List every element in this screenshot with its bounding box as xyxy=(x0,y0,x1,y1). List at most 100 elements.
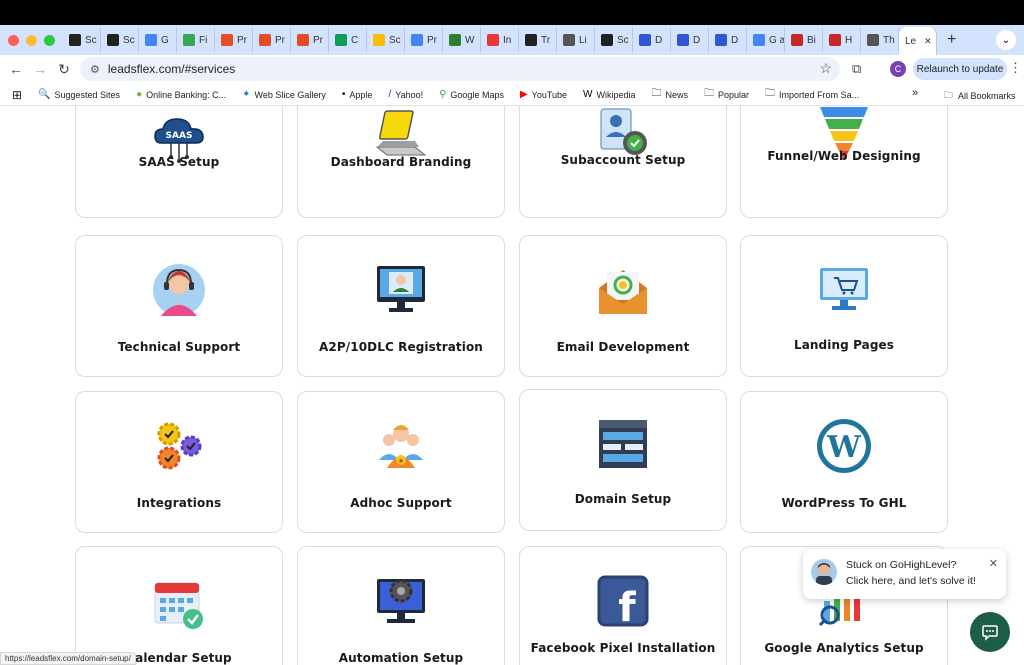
tab-0[interactable]: Sc xyxy=(63,28,101,52)
tab-11[interactable]: In xyxy=(481,28,519,52)
tab-8[interactable]: Sc xyxy=(367,28,405,52)
chat-popup[interactable]: Stuck on GoHighLevel? Click here, and le… xyxy=(803,549,1006,599)
all-bookmarks-label: All Bookmarks xyxy=(958,91,1016,101)
agent-avatar xyxy=(811,559,837,585)
tab-4[interactable]: Pr xyxy=(215,28,253,52)
new-tab-button[interactable]: + xyxy=(947,31,956,49)
tab-18[interactable]: G ar xyxy=(747,28,785,52)
back-arrow-icon[interactable]: ← xyxy=(4,61,28,77)
service-card[interactable]: Email Development xyxy=(519,235,727,377)
tab-10[interactable]: W xyxy=(443,28,481,52)
relaunch-button[interactable]: Relaunch to update xyxy=(913,58,1007,80)
tab-14[interactable]: Sc xyxy=(595,28,633,52)
service-card[interactable]: Automation Setup xyxy=(297,546,505,665)
service-card[interactable]: Integrations xyxy=(75,391,283,533)
bookmark-item[interactable]: ✦ Web Slice Gallery xyxy=(234,86,334,103)
wordpress-icon: W xyxy=(814,416,874,476)
forward-arrow-icon[interactable]: → xyxy=(28,61,52,77)
tab-favicon-icon xyxy=(601,34,613,46)
chat-close-icon[interactable]: ✕ xyxy=(989,557,998,570)
apps-grid-icon[interactable]: ⊞ xyxy=(0,88,30,102)
url-field[interactable]: ⚙ leadsflex.com/#services ☆ xyxy=(80,57,840,81)
all-bookmarks-button[interactable]: 🗀 All Bookmarks xyxy=(944,88,1016,104)
bookmark-item[interactable]: / Yahoo! xyxy=(380,86,431,103)
bookmark-item[interactable]: 🔍 Suggested Sites xyxy=(30,86,128,103)
bookmark-item[interactable]: ▶ YouTube xyxy=(512,86,575,103)
search-icon: 🔍 xyxy=(38,89,51,100)
service-card[interactable]: A2P/10DLC Registration xyxy=(297,235,505,377)
menu-kebab-icon[interactable]: ⋮ xyxy=(1009,60,1022,76)
service-card[interactable]: Subaccount Setup xyxy=(519,106,727,218)
bookmark-list: 🔍 Suggested Sites ● Online Banking: C... ✦ We… xyxy=(30,86,867,103)
bookmark-label: Yahoo! xyxy=(395,89,424,100)
tab-21[interactable]: Th xyxy=(861,28,899,52)
profile-avatar[interactable]: C xyxy=(890,61,906,77)
tab-favicon-icon xyxy=(525,34,537,46)
tab-16[interactable]: D xyxy=(671,28,709,52)
service-card-label: WordPress To GHL xyxy=(781,496,907,510)
close-window-button[interactable] xyxy=(8,34,19,46)
tab-label: D xyxy=(655,34,663,46)
tab-12[interactable]: Tr xyxy=(519,28,557,52)
bookmark-item[interactable]: ⚲ Google Maps xyxy=(431,86,512,103)
chat-launcher-button[interactable] xyxy=(970,612,1010,652)
team-icon: ★ xyxy=(371,416,431,476)
maximize-window-button[interactable] xyxy=(44,34,55,46)
bookmark-item[interactable]: ● Online Banking: C... xyxy=(128,86,234,103)
tab-3[interactable]: Fi xyxy=(177,28,215,52)
address-bar: ← → ↻ ⚙ leadsflex.com/#services ☆ ⧉ C Re… xyxy=(0,55,1024,83)
tab-6[interactable]: Pr xyxy=(291,28,329,52)
tab-label: Li xyxy=(579,34,587,46)
map-pin-icon: ⚲ xyxy=(439,89,447,100)
tab-close-icon[interactable]: ✕ xyxy=(924,36,932,47)
minimize-window-button[interactable] xyxy=(26,34,37,46)
service-card[interactable]: Dashboard Branding xyxy=(297,106,505,218)
service-card[interactable]: Technical Support xyxy=(75,235,283,377)
site-info-icon[interactable]: ⚙ xyxy=(90,63,100,76)
bookmark-item[interactable]: W Wikipedia xyxy=(575,86,643,103)
tab-active-label: Le xyxy=(905,35,917,47)
bookmarks-overflow-button[interactable]: » xyxy=(912,87,918,99)
tab-7[interactable]: C xyxy=(329,28,367,52)
tab-favicon-icon xyxy=(639,34,651,46)
tab-2[interactable]: G xyxy=(139,28,177,52)
bookmark-item[interactable]: 🗀 News xyxy=(644,86,697,103)
tab-favicon-icon xyxy=(373,34,385,46)
youtube-icon: ▶ xyxy=(519,89,528,100)
tab-favicon-icon xyxy=(145,34,157,46)
tab-label: Pr xyxy=(237,34,247,46)
tab-20[interactable]: H xyxy=(823,28,861,52)
tab-17[interactable]: D xyxy=(709,28,747,52)
service-card[interactable]: Landing Pages xyxy=(740,235,948,377)
service-card[interactable]: W WordPress To GHL xyxy=(740,391,948,533)
service-card[interactable]: Domain Setup xyxy=(519,389,727,531)
svg-text:★: ★ xyxy=(398,457,404,465)
service-card[interactable]: SAAS SAAS Setup xyxy=(75,106,283,218)
tab-5[interactable]: Pr xyxy=(253,28,291,52)
tab-active[interactable]: Le ✕ xyxy=(899,27,937,55)
tab-15[interactable]: D xyxy=(633,28,671,52)
extensions-puzzle-icon[interactable]: ⧉ xyxy=(852,61,861,77)
tab-label: D xyxy=(731,34,739,46)
chat-bubble-icon xyxy=(982,625,998,641)
bookmark-item[interactable]: 🗀 Popular xyxy=(696,86,757,103)
tab-favicon-icon xyxy=(69,34,81,46)
bookmark-label: Apple xyxy=(349,89,373,100)
reload-icon[interactable]: ↻ xyxy=(52,61,76,78)
tab-9[interactable]: Pr xyxy=(405,28,443,52)
service-card-label: SAAS Setup xyxy=(138,155,220,169)
tab-favicon-icon xyxy=(677,34,689,46)
tab-19[interactable]: Bi xyxy=(785,28,823,52)
service-card[interactable]: Calendar Setup xyxy=(75,546,283,665)
tab-search-chevron-icon[interactable]: ⌄ xyxy=(996,30,1016,50)
tab-1[interactable]: Sc xyxy=(101,28,139,52)
service-card-label: Domain Setup xyxy=(574,492,672,506)
bookmark-star-icon[interactable]: ☆ xyxy=(819,60,832,77)
bookmark-item[interactable]: 🗀 Imported From Sa... xyxy=(757,86,867,103)
service-card[interactable]: ★ Adhoc Support xyxy=(297,391,505,533)
bookmark-item[interactable]: • Apple xyxy=(334,86,381,103)
service-card-label: Technical Support xyxy=(117,340,241,354)
tab-13[interactable]: Li xyxy=(557,28,595,52)
service-card[interactable]: Funnel/Web Designing xyxy=(740,106,948,218)
service-card[interactable]: f Facebook Pixel Installation xyxy=(519,546,727,665)
